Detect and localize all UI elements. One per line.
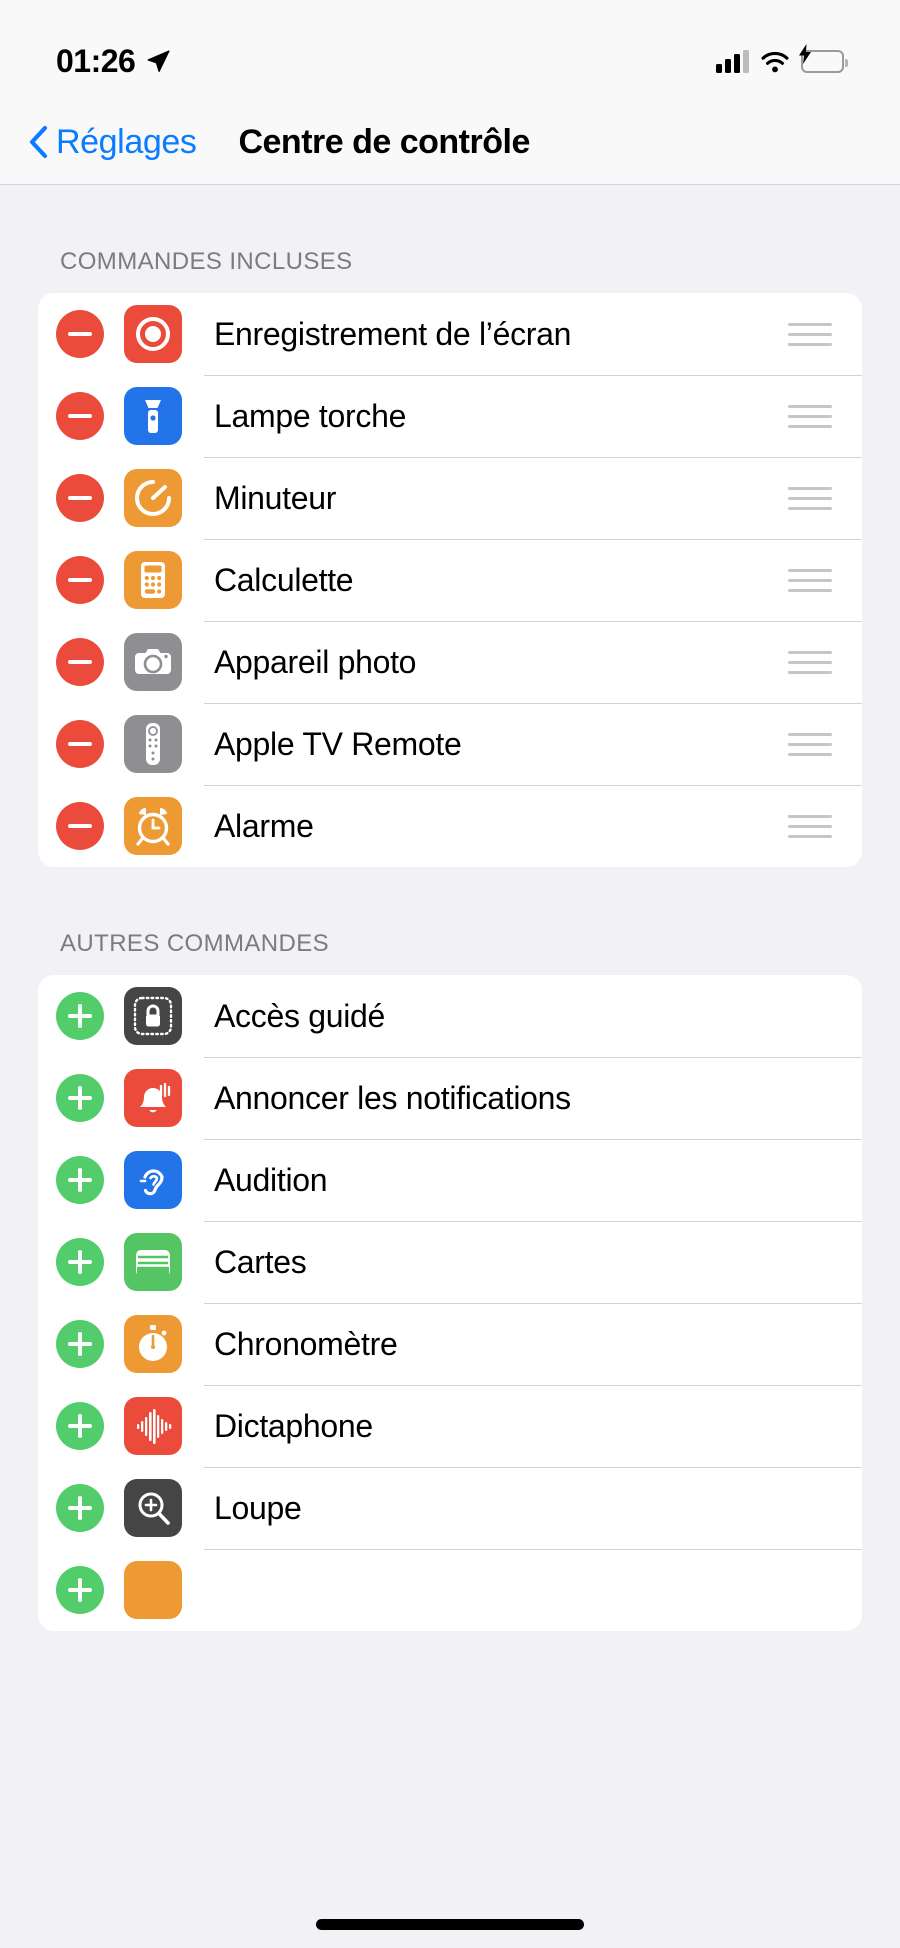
list-item-label: Appareil photo xyxy=(214,643,417,680)
navigation-bar: Réglages Centre de contrôle xyxy=(0,100,900,185)
partial-orange-icon xyxy=(124,1561,182,1619)
status-bar-clock: 01:26 xyxy=(56,42,136,79)
list-item-label: Calculette xyxy=(214,561,354,598)
flashlight-icon xyxy=(124,387,182,445)
list-item-label: Cartes xyxy=(214,1243,307,1280)
ear-hearing-icon xyxy=(124,1151,182,1209)
calculator-icon xyxy=(124,551,182,609)
settings-list[interactable]: COMMANDES INCLUSES Enregistrement de l’é… xyxy=(0,185,900,1948)
page-title: Centre de contrôle xyxy=(238,122,530,161)
location-arrow-icon xyxy=(146,49,171,74)
back-button[interactable]: Réglages xyxy=(28,122,197,162)
list-item[interactable]: Lampe torche xyxy=(38,375,862,457)
drag-handle[interactable] xyxy=(788,732,832,756)
tv-remote-icon xyxy=(124,715,182,773)
camera-icon xyxy=(124,633,182,691)
list-item-label: Lampe torche xyxy=(214,397,407,434)
list-item[interactable]: Cartes xyxy=(38,1221,862,1303)
list-item-label: Annoncer les notifications xyxy=(214,1079,571,1116)
list-item-label: Loupe xyxy=(214,1489,302,1526)
list-item-label: Enregistrement de l’écran xyxy=(214,315,572,352)
plus-circle-icon[interactable] xyxy=(56,992,104,1040)
list-item[interactable]: Loupe xyxy=(38,1467,862,1549)
other-controls-card: Accès guidé Annoncer les notifications A… xyxy=(38,975,862,1631)
plus-circle-icon[interactable] xyxy=(56,1238,104,1286)
minus-circle-icon[interactable] xyxy=(56,720,104,768)
plus-circle-icon[interactable] xyxy=(56,1566,104,1614)
section-header-other: AUTRES COMMANDES xyxy=(60,930,330,957)
list-item-label: Dictaphone xyxy=(214,1407,373,1444)
minus-circle-icon[interactable] xyxy=(56,310,104,358)
chevron-left-icon xyxy=(28,125,48,159)
list-item[interactable]: Minuteur xyxy=(38,457,862,539)
list-item[interactable]: Audition xyxy=(38,1139,862,1221)
list-item-label: Accès guidé xyxy=(214,997,386,1034)
cellular-signal-icon xyxy=(716,49,749,73)
minus-circle-icon[interactable] xyxy=(56,392,104,440)
included-controls-card: Enregistrement de l’écran Lampe torche M… xyxy=(38,293,862,867)
drag-handle[interactable] xyxy=(788,814,832,838)
announce-bell-icon xyxy=(124,1069,182,1127)
timer-icon xyxy=(124,469,182,527)
guided-access-lock-icon xyxy=(124,987,182,1045)
minus-circle-icon[interactable] xyxy=(56,638,104,686)
alarm-clock-icon xyxy=(124,797,182,855)
list-item[interactable]: Enregistrement de l’écran xyxy=(38,293,862,375)
plus-circle-icon[interactable] xyxy=(56,1484,104,1532)
voice-memo-waveform-icon xyxy=(124,1397,182,1455)
status-bar-right xyxy=(716,43,848,73)
status-bar: 01:26 xyxy=(0,0,900,100)
minus-circle-icon[interactable] xyxy=(56,556,104,604)
plus-circle-icon[interactable] xyxy=(56,1320,104,1368)
drag-handle[interactable] xyxy=(788,486,832,510)
list-item-label: Alarme xyxy=(214,807,314,844)
list-item[interactable]: Annoncer les notifications xyxy=(38,1057,862,1139)
list-item[interactable]: Calculette xyxy=(38,539,862,621)
minus-circle-icon[interactable] xyxy=(56,474,104,522)
wallet-cards-icon xyxy=(124,1233,182,1291)
drag-handle[interactable] xyxy=(788,404,832,428)
plus-circle-icon[interactable] xyxy=(56,1074,104,1122)
magnifier-plus-icon xyxy=(124,1479,182,1537)
list-item[interactable]: Apple TV Remote xyxy=(38,703,862,785)
drag-handle[interactable] xyxy=(788,650,832,674)
status-bar-left: 01:26 xyxy=(56,43,171,80)
back-button-label: Réglages xyxy=(56,122,197,161)
list-item-label: Minuteur xyxy=(214,479,337,516)
drag-handle[interactable] xyxy=(788,568,832,592)
section-header-included: COMMANDES INCLUSES xyxy=(60,248,353,275)
list-item-label: Apple TV Remote xyxy=(214,725,462,762)
list-item[interactable]: Appareil photo xyxy=(38,621,862,703)
list-item[interactable]: Chronomètre xyxy=(38,1303,862,1385)
list-item-label: Chronomètre xyxy=(214,1325,398,1362)
battery-charging-icon xyxy=(799,43,848,73)
screen-record-icon xyxy=(124,305,182,363)
wifi-icon xyxy=(760,50,790,73)
plus-circle-icon[interactable] xyxy=(56,1402,104,1450)
minus-circle-icon[interactable] xyxy=(56,802,104,850)
list-item[interactable]: Alarme xyxy=(38,785,862,867)
drag-handle[interactable] xyxy=(788,322,832,346)
list-item-label: Audition xyxy=(214,1161,328,1198)
settings-screen: 01:26 Réglages Centre de contrôle COMMAN… xyxy=(0,0,900,1948)
list-item[interactable] xyxy=(38,1549,862,1631)
plus-circle-icon[interactable] xyxy=(56,1156,104,1204)
stopwatch-icon xyxy=(124,1315,182,1373)
list-item[interactable]: Accès guidé xyxy=(38,975,862,1057)
list-item[interactable]: Dictaphone xyxy=(38,1385,862,1467)
home-indicator-bar xyxy=(316,1919,584,1930)
